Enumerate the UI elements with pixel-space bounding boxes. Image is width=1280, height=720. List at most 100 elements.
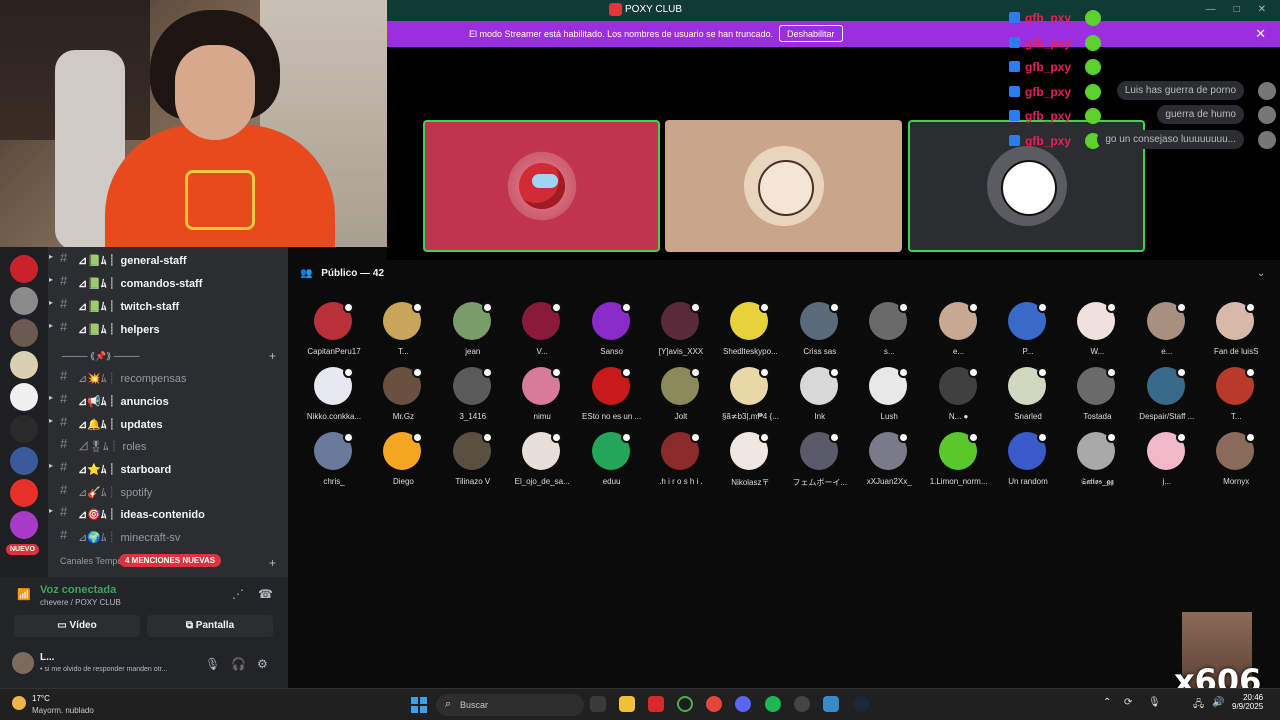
audience-member[interactable]: ESto no es un ... <box>576 367 648 427</box>
audience-member[interactable]: §ã≭b3|.m₱4 {... <box>714 367 786 427</box>
audience-member[interactable]: xXJuan2Xx_ <box>853 432 925 492</box>
channel-item-minecraft-sv[interactable]: # ⊿🌍ﾑ┊ minecraft-sv <box>60 526 280 546</box>
audience-member[interactable]: Un random <box>992 432 1064 492</box>
channel-item-anuncios[interactable]: ▸ # ⊿📢ﾑ┊ anuncios <box>49 390 280 410</box>
user-avatar[interactable] <box>12 652 34 674</box>
audience-member[interactable]: Ink <box>784 367 856 427</box>
server-icon[interactable] <box>10 415 38 443</box>
server-icon[interactable] <box>10 255 38 283</box>
mic-icon[interactable]: 🎙 <box>205 657 220 671</box>
channel-item-roles[interactable]: # ⊿🎖ﾑ┊ roles <box>60 435 280 455</box>
steam-icon[interactable] <box>853 696 869 712</box>
audience-member[interactable]: CapitanPeru17 <box>298 302 370 362</box>
category-label[interactable]: Canales Tempo <box>60 556 122 566</box>
system-clock[interactable]: 20:46 9/9/2025 <box>1232 693 1263 711</box>
audience-member[interactable]: Tilinazo V <box>437 432 509 492</box>
xbox-icon[interactable] <box>677 696 693 712</box>
audience-member[interactable]: 1.Limon_norm... <box>923 432 995 492</box>
audience-member[interactable]: [Y]avis_XXX <box>645 302 717 362</box>
audience-member[interactable]: jean <box>437 302 509 362</box>
tray-icon[interactable]: ⟳ <box>1124 697 1132 708</box>
audience-member[interactable]: Shedlteskypo... <box>714 302 786 362</box>
audience-member[interactable]: Mornyx <box>1200 432 1272 492</box>
audience-member[interactable]: e... <box>923 302 995 362</box>
signal-icon[interactable]: 📶 <box>17 588 31 601</box>
audience-member[interactable]: Lush <box>853 367 925 427</box>
add-channel-icon[interactable]: + <box>269 349 276 363</box>
audience-member[interactable]: W... <box>1061 302 1133 362</box>
channel-item-helpers[interactable]: ▸ # ⊿📗ﾑ┊ helpers <box>49 318 280 338</box>
audience-member[interactable]: 3_1416 <box>437 367 509 427</box>
audience-member[interactable]: N... ● <box>923 367 995 427</box>
channel-item-general-staff[interactable]: ▸ # ⊿📗ﾑ┊ general-staff <box>49 249 280 269</box>
server-icon[interactable] <box>10 447 38 475</box>
speaker-tile[interactable] <box>423 120 660 252</box>
audience-member[interactable]: Jolt <box>645 367 717 427</box>
audience-member[interactable]: .h i r o s h i . <box>645 432 717 492</box>
server-icon[interactable] <box>10 287 38 315</box>
start-button[interactable] <box>411 697 427 713</box>
audience-member[interactable]: Nikolasz〒 <box>714 432 786 492</box>
discord-icon[interactable] <box>735 696 751 712</box>
audience-member[interactable]: フェムボーイ... <box>784 432 856 492</box>
spotify-icon[interactable] <box>765 696 781 712</box>
audience-member[interactable]: Tostada <box>1061 367 1133 427</box>
voice-location[interactable]: chevere / POXY CLUB <box>40 598 121 607</box>
notepad-icon[interactable] <box>823 696 839 712</box>
server-icon[interactable] <box>10 511 38 539</box>
channel-item-ideas-contenido[interactable]: ▸ # ⊿🎯ﾑ┊ ideas-contenido <box>49 503 280 523</box>
speaker-tile[interactable] <box>665 120 902 252</box>
audience-member[interactable]: s... <box>853 302 925 362</box>
video-button[interactable]: ▭ Vídeo <box>14 615 140 637</box>
server-icon[interactable] <box>10 351 38 379</box>
network-icon[interactable]: 🖧 <box>1193 697 1204 714</box>
audience-member[interactable]: Mr.Gz <box>367 367 439 427</box>
channel-item-updates[interactable]: ▸ # ⊿🔔ﾑ┊ updates <box>49 413 280 433</box>
audience-member[interactable]: P... <box>992 302 1064 362</box>
audience-member[interactable]: Fan de luisS <box>1200 302 1272 362</box>
chevron-down-icon[interactable]: ⌄ <box>1257 268 1265 279</box>
audience-member[interactable]: El_ojo_de_sa... <box>506 432 578 492</box>
app-icon[interactable] <box>648 696 664 712</box>
audience-member[interactable]: T... <box>367 302 439 362</box>
server-icon[interactable] <box>10 319 38 347</box>
task-view-icon[interactable] <box>590 696 606 712</box>
channel-item-starboard[interactable]: ▸ # ⊿⭐ﾑ┊ starboard <box>49 458 280 478</box>
add-channel-icon[interactable]: + <box>269 556 276 570</box>
audience-member[interactable]: Criss sas <box>784 302 856 362</box>
obs-icon[interactable] <box>794 696 810 712</box>
channel-item-comandos-staff[interactable]: ▸ # ⊿📗ﾑ┊ comandos-staff <box>49 272 280 292</box>
mentions-badge[interactable]: 4 MENCIONES NUEVAS <box>119 554 222 567</box>
chrome-icon[interactable] <box>706 696 722 712</box>
audience-member[interactable]: chris_ <box>298 432 370 492</box>
audience-member[interactable]: Nikko.conkka... <box>298 367 370 427</box>
tray-mic-icon[interactable]: 🎙 <box>1148 697 1161 708</box>
server-icon[interactable] <box>10 479 38 507</box>
audience-header[interactable]: 👥 Público — 42 <box>300 268 384 279</box>
server-icon[interactable] <box>10 383 38 411</box>
channel-item-recompensas[interactable]: # ⊿💥ﾑ┊ recompensas <box>60 367 280 387</box>
headphones-icon[interactable]: 🎧 <box>231 657 246 671</box>
audience-member[interactable]: j... <box>1131 432 1203 492</box>
audience-member[interactable]: Sanso <box>576 302 648 362</box>
noise-suppression-icon[interactable]: ⋰ <box>232 587 244 601</box>
disconnect-icon[interactable]: ☎ <box>258 587 273 601</box>
file-explorer-icon[interactable] <box>619 696 635 712</box>
audience-member[interactable]: Snarled <box>992 367 1064 427</box>
audience-member[interactable]: T... <box>1200 367 1272 427</box>
audience-member[interactable]: Diego <box>367 432 439 492</box>
voice-status[interactable]: Voz conectada <box>40 584 116 596</box>
audience-member[interactable]: eduu <box>576 432 648 492</box>
audience-member[interactable]: Despair/Staff ... <box>1131 367 1203 427</box>
settings-gear-icon[interactable]: ⚙ <box>257 657 268 671</box>
audience-member[interactable]: nimu <box>506 367 578 427</box>
channel-item-spotify[interactable]: # ⊿🎸ﾑ┊ spotify <box>60 481 280 501</box>
taskbar-search[interactable]: ⌕ Buscar <box>436 694 584 716</box>
channel-item-twitch-staff[interactable]: ▸ # ⊿📗ﾑ┊ twitch-staff <box>49 295 280 315</box>
tray-chevron-icon[interactable]: ⌃ <box>1103 697 1111 708</box>
screen-share-button[interactable]: ⧉ Pantalla <box>147 615 273 637</box>
audience-member[interactable]: 𝕾𝖆𝖙𝖎𝖔𝖘_𝖌𝖌 <box>1061 432 1133 492</box>
user-name[interactable]: L... <box>40 652 54 663</box>
disable-streamer-mode-button[interactable]: Deshabilitar <box>779 25 843 42</box>
audience-member[interactable]: e... <box>1131 302 1203 362</box>
